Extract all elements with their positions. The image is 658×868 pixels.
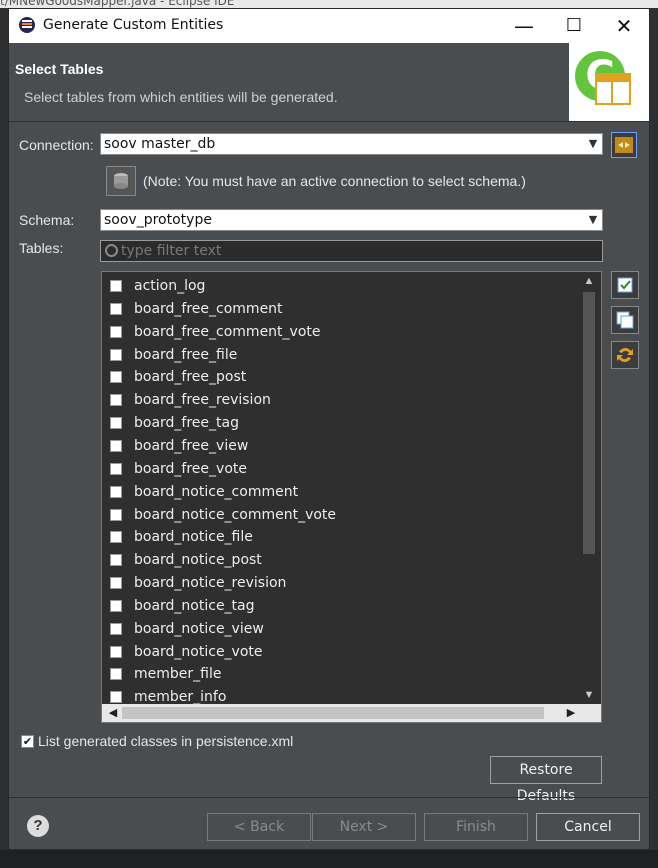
table-name: board_notice_comment xyxy=(134,483,299,500)
finish-button[interactable]: Finish xyxy=(424,813,528,841)
connection-note: (Note: You must have an active connectio… xyxy=(143,173,526,189)
table-checkbox[interactable] xyxy=(110,485,122,498)
refresh-tables-button[interactable] xyxy=(611,341,639,369)
tables-list[interactable]: action_log board_free_comment board_free_c… xyxy=(101,271,602,723)
scroll-right-icon[interactable]: ▶ xyxy=(562,704,580,722)
help-icon[interactable]: ? xyxy=(27,815,49,837)
table-checkbox[interactable] xyxy=(110,691,122,704)
table-name: board_notice_post xyxy=(134,552,262,569)
refresh-icon xyxy=(617,348,633,362)
table-checkbox[interactable] xyxy=(110,394,122,407)
next-button[interactable]: Next > xyxy=(312,813,416,841)
schema-label: Schema: xyxy=(19,212,75,228)
table-checkbox[interactable] xyxy=(110,622,122,635)
table-icon xyxy=(595,73,631,105)
table-name: board_notice_revision xyxy=(134,575,287,592)
footer-divider xyxy=(9,797,649,798)
table-checkbox[interactable] xyxy=(110,577,122,590)
chevron-down-icon: ▼ xyxy=(588,213,598,226)
table-checkbox[interactable] xyxy=(110,554,122,567)
table-checkbox[interactable] xyxy=(110,325,122,338)
table-name: board_notice_file xyxy=(134,529,253,546)
database-connect-icon xyxy=(615,137,633,153)
table-checkbox[interactable] xyxy=(110,348,122,361)
close-button[interactable]: ✕ xyxy=(599,9,649,43)
background-editor-bottom xyxy=(0,850,658,868)
header-divider xyxy=(9,121,649,122)
background-window-title: t/MNewGoodsMapper.java - Eclipse IDE xyxy=(0,0,235,8)
dialog-titlebar: Generate Custom Entities — ☐ ✕ xyxy=(9,9,649,43)
table-checkbox[interactable] xyxy=(110,645,122,658)
page-title: Select Tables xyxy=(15,61,104,77)
vertical-scroll-thumb[interactable] xyxy=(583,292,595,554)
filter-placeholder: type filter text xyxy=(121,243,222,259)
table-checkbox[interactable] xyxy=(110,531,122,544)
table-name: board_free_comment xyxy=(134,300,283,317)
table-name: board_free_post xyxy=(134,369,247,386)
schema-combo[interactable]: soov_prototype ▼ xyxy=(100,209,603,231)
table-name: board_free_tag xyxy=(134,415,239,432)
select-all-button[interactable] xyxy=(611,271,639,299)
table-checkbox[interactable] xyxy=(110,508,122,521)
database-icon xyxy=(114,173,128,189)
page-description: Select tables from which entities will b… xyxy=(24,89,338,105)
table-checkbox[interactable] xyxy=(110,371,122,384)
table-checkbox[interactable] xyxy=(110,462,122,475)
table-name: board_free_comment_vote xyxy=(134,323,321,340)
minimize-button[interactable]: — xyxy=(499,9,549,43)
background-editor-left xyxy=(0,8,8,868)
table-checkbox[interactable] xyxy=(110,417,122,430)
table-name: board_notice_comment_vote xyxy=(134,506,337,523)
eclipse-icon xyxy=(19,17,35,33)
table-checkbox[interactable] xyxy=(110,302,122,315)
list-in-persistence-label: List generated classes in persistence.xm… xyxy=(38,733,294,749)
table-checkbox[interactable] xyxy=(110,439,122,452)
wizard-header: Select Tables Select tables from which e… xyxy=(9,43,649,121)
connection-value: soov master_db xyxy=(104,136,216,152)
search-icon xyxy=(105,244,118,257)
table-checkbox[interactable] xyxy=(110,668,122,681)
background-editor-right xyxy=(650,8,658,868)
restore-defaults-button[interactable]: Restore Defaults xyxy=(490,756,602,804)
horizontal-scroll-thumb[interactable] xyxy=(122,707,544,719)
maximize-button[interactable]: ☐ xyxy=(549,9,599,43)
add-connection-button[interactable] xyxy=(611,132,637,158)
schema-value: soov_prototype xyxy=(104,212,212,228)
table-filter-input[interactable]: type filter text xyxy=(100,240,603,262)
table-checkbox[interactable] xyxy=(110,599,122,612)
table-name: member_file xyxy=(134,666,222,683)
table-name: board_notice_view xyxy=(134,620,264,637)
connection-label: Connection: xyxy=(19,137,94,153)
scroll-up-icon[interactable]: ▲ xyxy=(580,272,598,290)
tables-label: Tables: xyxy=(19,240,64,256)
cancel-button[interactable]: Cancel xyxy=(536,813,640,841)
back-button[interactable]: < Back xyxy=(207,813,311,841)
deselect-all-button[interactable] xyxy=(611,306,639,334)
table-name: action_log xyxy=(134,278,206,294)
connection-combo[interactable]: soov master_db ▼ xyxy=(100,133,603,155)
table-name: board_free_view xyxy=(134,437,249,454)
dialog-title: Generate Custom Entities xyxy=(43,17,224,33)
table-name: board_notice_vote xyxy=(134,643,263,660)
table-name: board_free_vote xyxy=(134,460,247,477)
list-in-persistence-checkbox[interactable]: ✔ xyxy=(21,735,34,748)
wizard-banner-image xyxy=(569,43,649,121)
select-all-icon xyxy=(617,277,633,293)
table-name: board_notice_tag xyxy=(134,597,255,614)
scroll-down-icon[interactable]: ▼ xyxy=(580,686,598,704)
background-window-strip: t/MNewGoodsMapper.java - Eclipse IDE xyxy=(0,0,658,8)
reconnect-button[interactable] xyxy=(106,166,136,196)
chevron-down-icon: ▼ xyxy=(588,137,598,150)
deselect-all-icon xyxy=(616,311,634,329)
table-name: board_free_file xyxy=(134,346,238,363)
generate-entities-dialog: Generate Custom Entities — ☐ ✕ Select Ta… xyxy=(8,8,650,850)
scroll-left-icon[interactable]: ◀ xyxy=(104,704,122,722)
table-checkbox[interactable] xyxy=(110,280,122,292)
table-name: board_free_revision xyxy=(134,392,271,409)
